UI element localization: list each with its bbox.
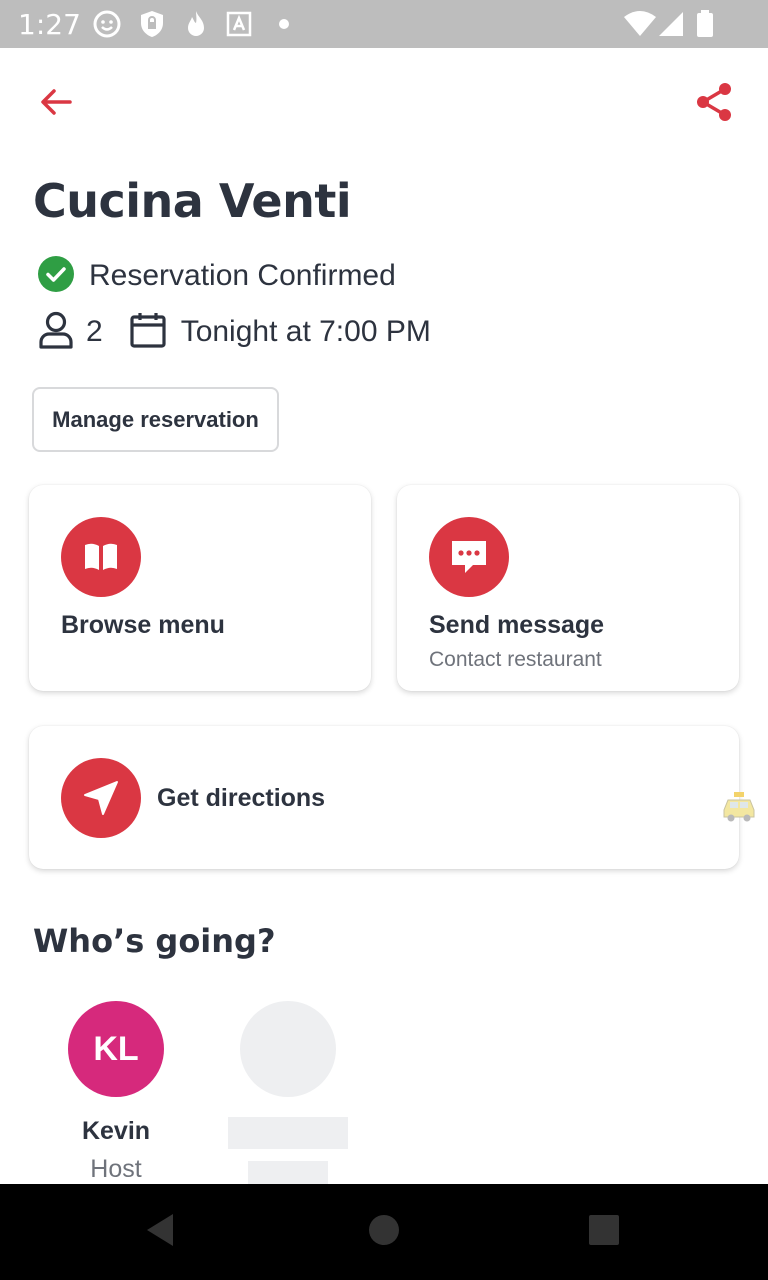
system-nav-bar: [0, 1184, 768, 1280]
back-button[interactable]: [32, 80, 80, 128]
placeholder-name: [228, 1117, 348, 1149]
get-directions-card[interactable]: Get directions: [29, 726, 739, 869]
restaurant-name: Cucina Venti: [33, 174, 352, 228]
signal-icon: [656, 9, 686, 39]
flame-icon: [181, 9, 211, 39]
send-message-subtitle: Contact restaurant: [429, 648, 602, 671]
wifi-icon: [622, 9, 658, 39]
nav-home-button[interactable]: [352, 1200, 416, 1264]
avatar[interactable]: KL: [68, 1001, 164, 1097]
status-bar: 1:27: [0, 0, 768, 48]
status-time: 1:27: [18, 8, 81, 41]
reservation-datetime: Tonight at 7:00 PM: [180, 315, 431, 348]
person-icon: [38, 311, 74, 354]
taxi-icon: [720, 790, 758, 824]
share-icon: [692, 80, 736, 129]
navigation-arrow-icon: [61, 758, 141, 838]
battery-icon: [690, 9, 720, 39]
reservation-details: 2 Tonight at 7:00 PM: [38, 311, 431, 354]
face-icon: [92, 9, 122, 39]
font-a-icon: [224, 9, 254, 39]
send-message-title: Send message: [429, 611, 605, 639]
browse-menu-title: Browse menu: [61, 611, 225, 639]
book-icon: [61, 517, 141, 597]
placeholder-role: [248, 1161, 328, 1184]
party-size: 2: [86, 315, 103, 348]
get-directions-title: Get directions: [157, 784, 326, 812]
shield-lock-icon: [137, 9, 167, 39]
share-button[interactable]: [690, 80, 738, 128]
dot-icon: [279, 19, 289, 29]
check-circle-icon: [37, 255, 75, 298]
browse-menu-card[interactable]: Browse menu: [29, 485, 371, 691]
calendar-icon: [129, 311, 167, 354]
back-triangle-icon: [143, 1212, 177, 1253]
guest-name: Kevin: [81, 1117, 151, 1145]
nav-back-button[interactable]: [128, 1200, 192, 1264]
manage-reservation-button[interactable]: Manage reservation: [32, 387, 279, 452]
nav-recents-button[interactable]: [572, 1200, 636, 1264]
send-message-card[interactable]: Send message Contact restaurant: [397, 485, 739, 691]
reservation-status: Reservation Confirmed: [37, 255, 396, 298]
section-title-guests: Who’s going?: [33, 922, 276, 960]
recents-square-icon: [588, 1214, 620, 1251]
add-guest-placeholder[interactable]: [240, 1001, 336, 1097]
arrow-left-icon: [36, 82, 76, 127]
guest-role: Host: [90, 1155, 142, 1183]
chat-bubble-icon: [429, 517, 509, 597]
home-circle-icon: [368, 1214, 400, 1251]
status-text: Reservation Confirmed: [89, 259, 396, 292]
avatar-initials: KL: [93, 1029, 139, 1068]
